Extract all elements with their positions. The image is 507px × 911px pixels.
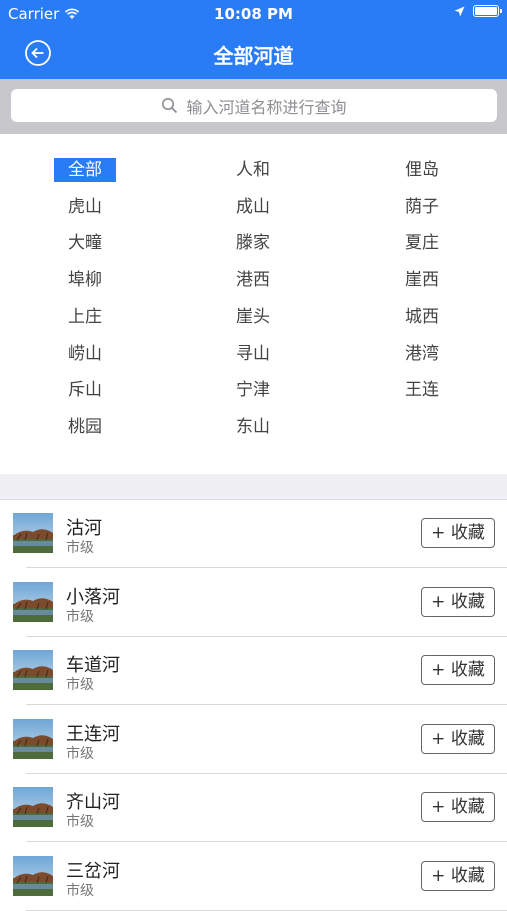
district-item[interactable]: 王连	[391, 378, 453, 402]
district-item[interactable]: 港湾	[391, 342, 453, 366]
battery-icon	[473, 5, 502, 17]
district-item[interactable]: 斥山	[54, 378, 116, 402]
district-item[interactable]: 大疃	[54, 231, 116, 255]
favorite-button[interactable]: + 收藏	[421, 586, 495, 617]
river-thumbnail	[13, 650, 53, 690]
favorite-button[interactable]: + 收藏	[421, 792, 495, 822]
district-item[interactable]: 崂山	[54, 342, 116, 366]
section-divider	[0, 474, 507, 500]
status-bar: Carrier 10:08 PM	[0, 0, 507, 28]
river-list-item[interactable]: 齐山河 市级 + 收藏	[0, 774, 507, 842]
district-item[interactable]: 埠柳	[54, 268, 116, 292]
district-item[interactable]: 寻山	[222, 342, 284, 366]
river-list-item[interactable]: 王连河 市级 + 收藏	[0, 706, 507, 774]
river-thumbnail	[13, 787, 53, 827]
river-level: 市级	[66, 540, 94, 556]
river-photo-icon	[13, 855, 53, 896]
district-item[interactable]: 滕家	[222, 231, 284, 255]
clock: 10:08 PM	[214, 5, 293, 23]
row-separator	[26, 909, 507, 911]
favorite-button[interactable]: + 收藏	[421, 655, 495, 685]
river-thumbnail	[13, 855, 53, 896]
district-item[interactable]: 桃园	[54, 415, 116, 439]
river-level: 市级	[66, 608, 94, 625]
river-list-item[interactable]: 三岔河 市级 + 收藏	[0, 843, 507, 911]
river-photo-icon	[13, 787, 53, 827]
district-item[interactable]: 东山	[222, 415, 284, 439]
favorite-button[interactable]: + 收藏	[421, 723, 495, 754]
district-item[interactable]: 人和	[222, 158, 284, 182]
district-item[interactable]: 城西	[391, 305, 453, 329]
district-item[interactable]: 上庄	[54, 305, 116, 329]
search-area: 输入河道名称进行查询	[0, 79, 507, 134]
district-filter-grid: 全部 人和 俚岛虎山 成山 荫子大疃 滕家 夏庄埠柳 港西 崖西上庄 崖头 城西崂山 寻山 港湾斥山 宁津…	[0, 134, 507, 474]
district-item[interactable]: 成山	[222, 195, 284, 219]
district-item[interactable]: 港西	[222, 268, 284, 292]
river-photo-icon	[13, 581, 53, 622]
favorite-button[interactable]: + 收藏	[421, 860, 495, 891]
river-photo-icon	[13, 513, 53, 553]
river-thumbnail	[13, 513, 53, 553]
river-level: 市级	[66, 882, 94, 899]
river-thumbnail	[13, 718, 53, 759]
district-item[interactable]: 全部	[54, 158, 116, 182]
district-item[interactable]: 崖头	[222, 305, 284, 329]
search-input[interactable]: 输入河道名称进行查询	[11, 89, 497, 122]
district-item[interactable]: 宁津	[222, 378, 284, 402]
search-icon	[162, 98, 178, 114]
river-list-item[interactable]: 沽河 市级 + 收藏	[0, 500, 507, 568]
river-photo-icon	[13, 650, 53, 690]
search-placeholder: 输入河道名称进行查询	[186, 97, 347, 117]
river-list-item[interactable]: 车道河 市级 + 收藏	[0, 637, 507, 705]
river-list: 沽河 市级 + 收藏 小落河 市级 + 收藏 车道河 市级 + 收藏 王连河 市级 + 收藏 齐山河 市级…	[0, 500, 507, 911]
river-list-item[interactable]: 小落河 市级 + 收藏	[0, 569, 507, 637]
district-item[interactable]: 虎山	[54, 195, 116, 219]
district-item[interactable]: 夏庄	[391, 231, 453, 255]
river-level: 市级	[66, 814, 94, 830]
river-level: 市级	[66, 677, 94, 693]
favorite-button[interactable]: + 收藏	[421, 518, 495, 548]
district-item[interactable]: 崖西	[391, 268, 453, 292]
location-arrow-icon	[454, 6, 465, 16]
river-thumbnail	[13, 581, 53, 622]
page-title: 全部河道	[213, 44, 294, 68]
nav-bar: 全部河道	[0, 28, 507, 79]
river-photo-icon	[13, 718, 53, 759]
status-right-group	[454, 5, 502, 17]
district-item[interactable]: 俚岛	[391, 158, 453, 182]
district-item[interactable]: 荫子	[391, 195, 453, 219]
river-level: 市级	[66, 745, 94, 762]
